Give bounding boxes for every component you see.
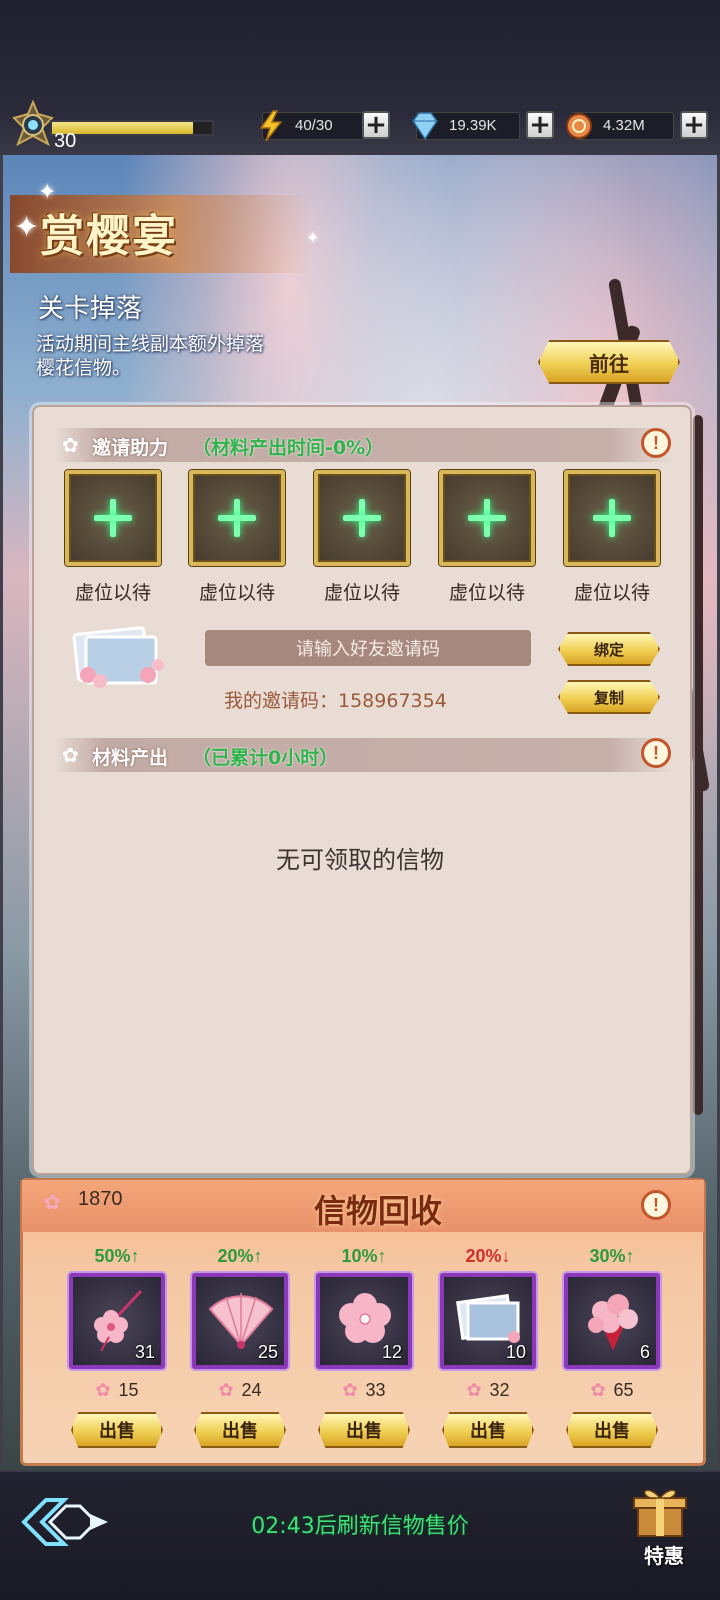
invite-slot-1[interactable]	[65, 470, 161, 566]
event-title: 赏樱宴	[40, 211, 178, 262]
price-change: 10%↑	[341, 1246, 387, 1266]
invite-slot-label: 虚位以待	[74, 582, 151, 604]
price-change: 30%↑	[589, 1246, 635, 1266]
invite-section-header: ✿ 邀请助力 （材料产出时间-0%）	[54, 428, 672, 462]
output-header-note: （已累计0小时）	[192, 747, 339, 769]
sakura-currency-icon: ✿	[590, 1380, 606, 1400]
plus-icon	[218, 499, 256, 537]
player-level: 30	[54, 130, 77, 152]
invite-slot-4[interactable]	[439, 470, 535, 566]
sakura-currency-icon: ✿	[218, 1380, 234, 1400]
item-price-value: 24	[241, 1380, 262, 1400]
recycle-item-brooch[interactable]: 12	[316, 1273, 412, 1369]
plus-icon	[593, 499, 631, 537]
sell-button[interactable]: 出售	[194, 1412, 286, 1448]
bind-button[interactable]: 绑定	[558, 632, 660, 666]
price-change: 20%↓	[465, 1246, 511, 1266]
sakura-bouquet-icon	[588, 1294, 638, 1351]
recycle-item-bouquet[interactable]: 6	[564, 1273, 660, 1369]
price-refresh-countdown: 02:43后刷新信物售价	[251, 1514, 469, 1539]
gems-counter: 19.39K	[412, 112, 520, 141]
copy-button[interactable]: 复制	[558, 680, 660, 714]
recycle-item-hairpin[interactable]: 31	[69, 1273, 165, 1369]
item-price: ✿ 32	[438, 1380, 538, 1401]
item-price-value: 32	[489, 1380, 510, 1400]
add-coins-button[interactable]: +	[680, 111, 708, 139]
invite-slot-3[interactable]	[314, 470, 410, 566]
output-section-header: ✿ 材料产出 （已累计0小时）	[54, 738, 672, 772]
sakura-photo-icon	[72, 626, 164, 688]
plus-icon	[343, 499, 381, 537]
output-header-label: 材料产出	[92, 747, 169, 769]
item-count: 25	[257, 1342, 278, 1362]
flower-icon: ✿	[62, 433, 79, 457]
recycle-item-photo[interactable]: 10	[440, 1273, 536, 1369]
invite-info-button[interactable]: !	[641, 428, 671, 458]
sakura-currency-icon: ✿	[466, 1380, 482, 1400]
gems-value: 19.39K	[449, 117, 497, 134]
empty-output-text: 无可领取的信物	[276, 846, 444, 874]
item-price: ✿ 24	[190, 1380, 290, 1401]
event-subtitle: 关卡掉落	[38, 294, 143, 324]
item-price: ✿ 65	[562, 1380, 662, 1401]
sell-button[interactable]: 出售	[71, 1412, 163, 1448]
sparkle-icon: ✦	[306, 228, 320, 247]
invite-slot-label: 虚位以待	[323, 582, 400, 604]
sakura-currency-icon: ✿	[342, 1380, 358, 1400]
plus-icon	[94, 499, 132, 537]
invite-header-label: 邀请助力	[92, 437, 169, 459]
sparkle-icon: ✦	[14, 210, 40, 245]
stamina-counter: 40/30	[259, 110, 364, 142]
lightning-icon	[259, 110, 283, 142]
invite-slot-2[interactable]	[189, 470, 285, 566]
my-invite-code: 我的邀请码：158967354	[224, 690, 447, 712]
item-count: 10	[505, 1342, 526, 1362]
go-button[interactable]: 前往	[538, 340, 680, 384]
diamond-icon	[412, 112, 438, 141]
item-price-value: 15	[118, 1380, 139, 1400]
invite-slot-5[interactable]	[564, 470, 660, 566]
item-count: 12	[381, 1342, 402, 1362]
sell-button[interactable]: 出售	[566, 1412, 658, 1448]
item-count: 6	[639, 1342, 650, 1362]
special-offer-label[interactable]: 特惠	[624, 1540, 704, 1569]
sell-button[interactable]: 出售	[318, 1412, 410, 1448]
invite-slot-label: 虚位以待	[448, 582, 525, 604]
item-price-value: 33	[365, 1380, 386, 1400]
item-price: ✿ 33	[314, 1380, 414, 1401]
item-count: 31	[134, 1342, 155, 1362]
output-info-button[interactable]: !	[641, 738, 671, 768]
coin-icon	[566, 113, 592, 139]
gift-box-icon[interactable]	[628, 1482, 692, 1540]
plus-icon	[468, 499, 506, 537]
item-price-value: 65	[613, 1380, 634, 1400]
flower-icon: ✿	[62, 743, 79, 767]
stamina-value: 40/30	[295, 117, 333, 134]
coins-counter: 4.32M	[566, 112, 674, 140]
sell-button[interactable]: 出售	[442, 1412, 534, 1448]
price-change: 20%↑	[217, 1246, 263, 1266]
recycle-info-button[interactable]: !	[641, 1190, 671, 1220]
coins-value: 4.32M	[603, 117, 645, 134]
item-price: ✿ 15	[67, 1380, 167, 1401]
event-description: 活动期间主线副本额外掉落樱花信物。	[36, 333, 265, 379]
invite-slot-label: 虚位以待	[573, 582, 650, 604]
recycle-item-fan[interactable]: 25	[192, 1273, 288, 1369]
add-gems-button[interactable]: +	[526, 111, 554, 139]
invite-code-input[interactable]: 请输入好友邀请码	[205, 630, 531, 666]
recycle-title: 信物回收	[313, 1192, 442, 1230]
invite-header-note: （材料产出时间-0%）	[192, 437, 385, 459]
add-stamina-button[interactable]: +	[362, 111, 390, 139]
invite-slot-label: 虚位以待	[198, 582, 275, 604]
sakura-currency-icon: ✿	[95, 1380, 111, 1400]
price-change: 50%↑	[94, 1246, 140, 1266]
